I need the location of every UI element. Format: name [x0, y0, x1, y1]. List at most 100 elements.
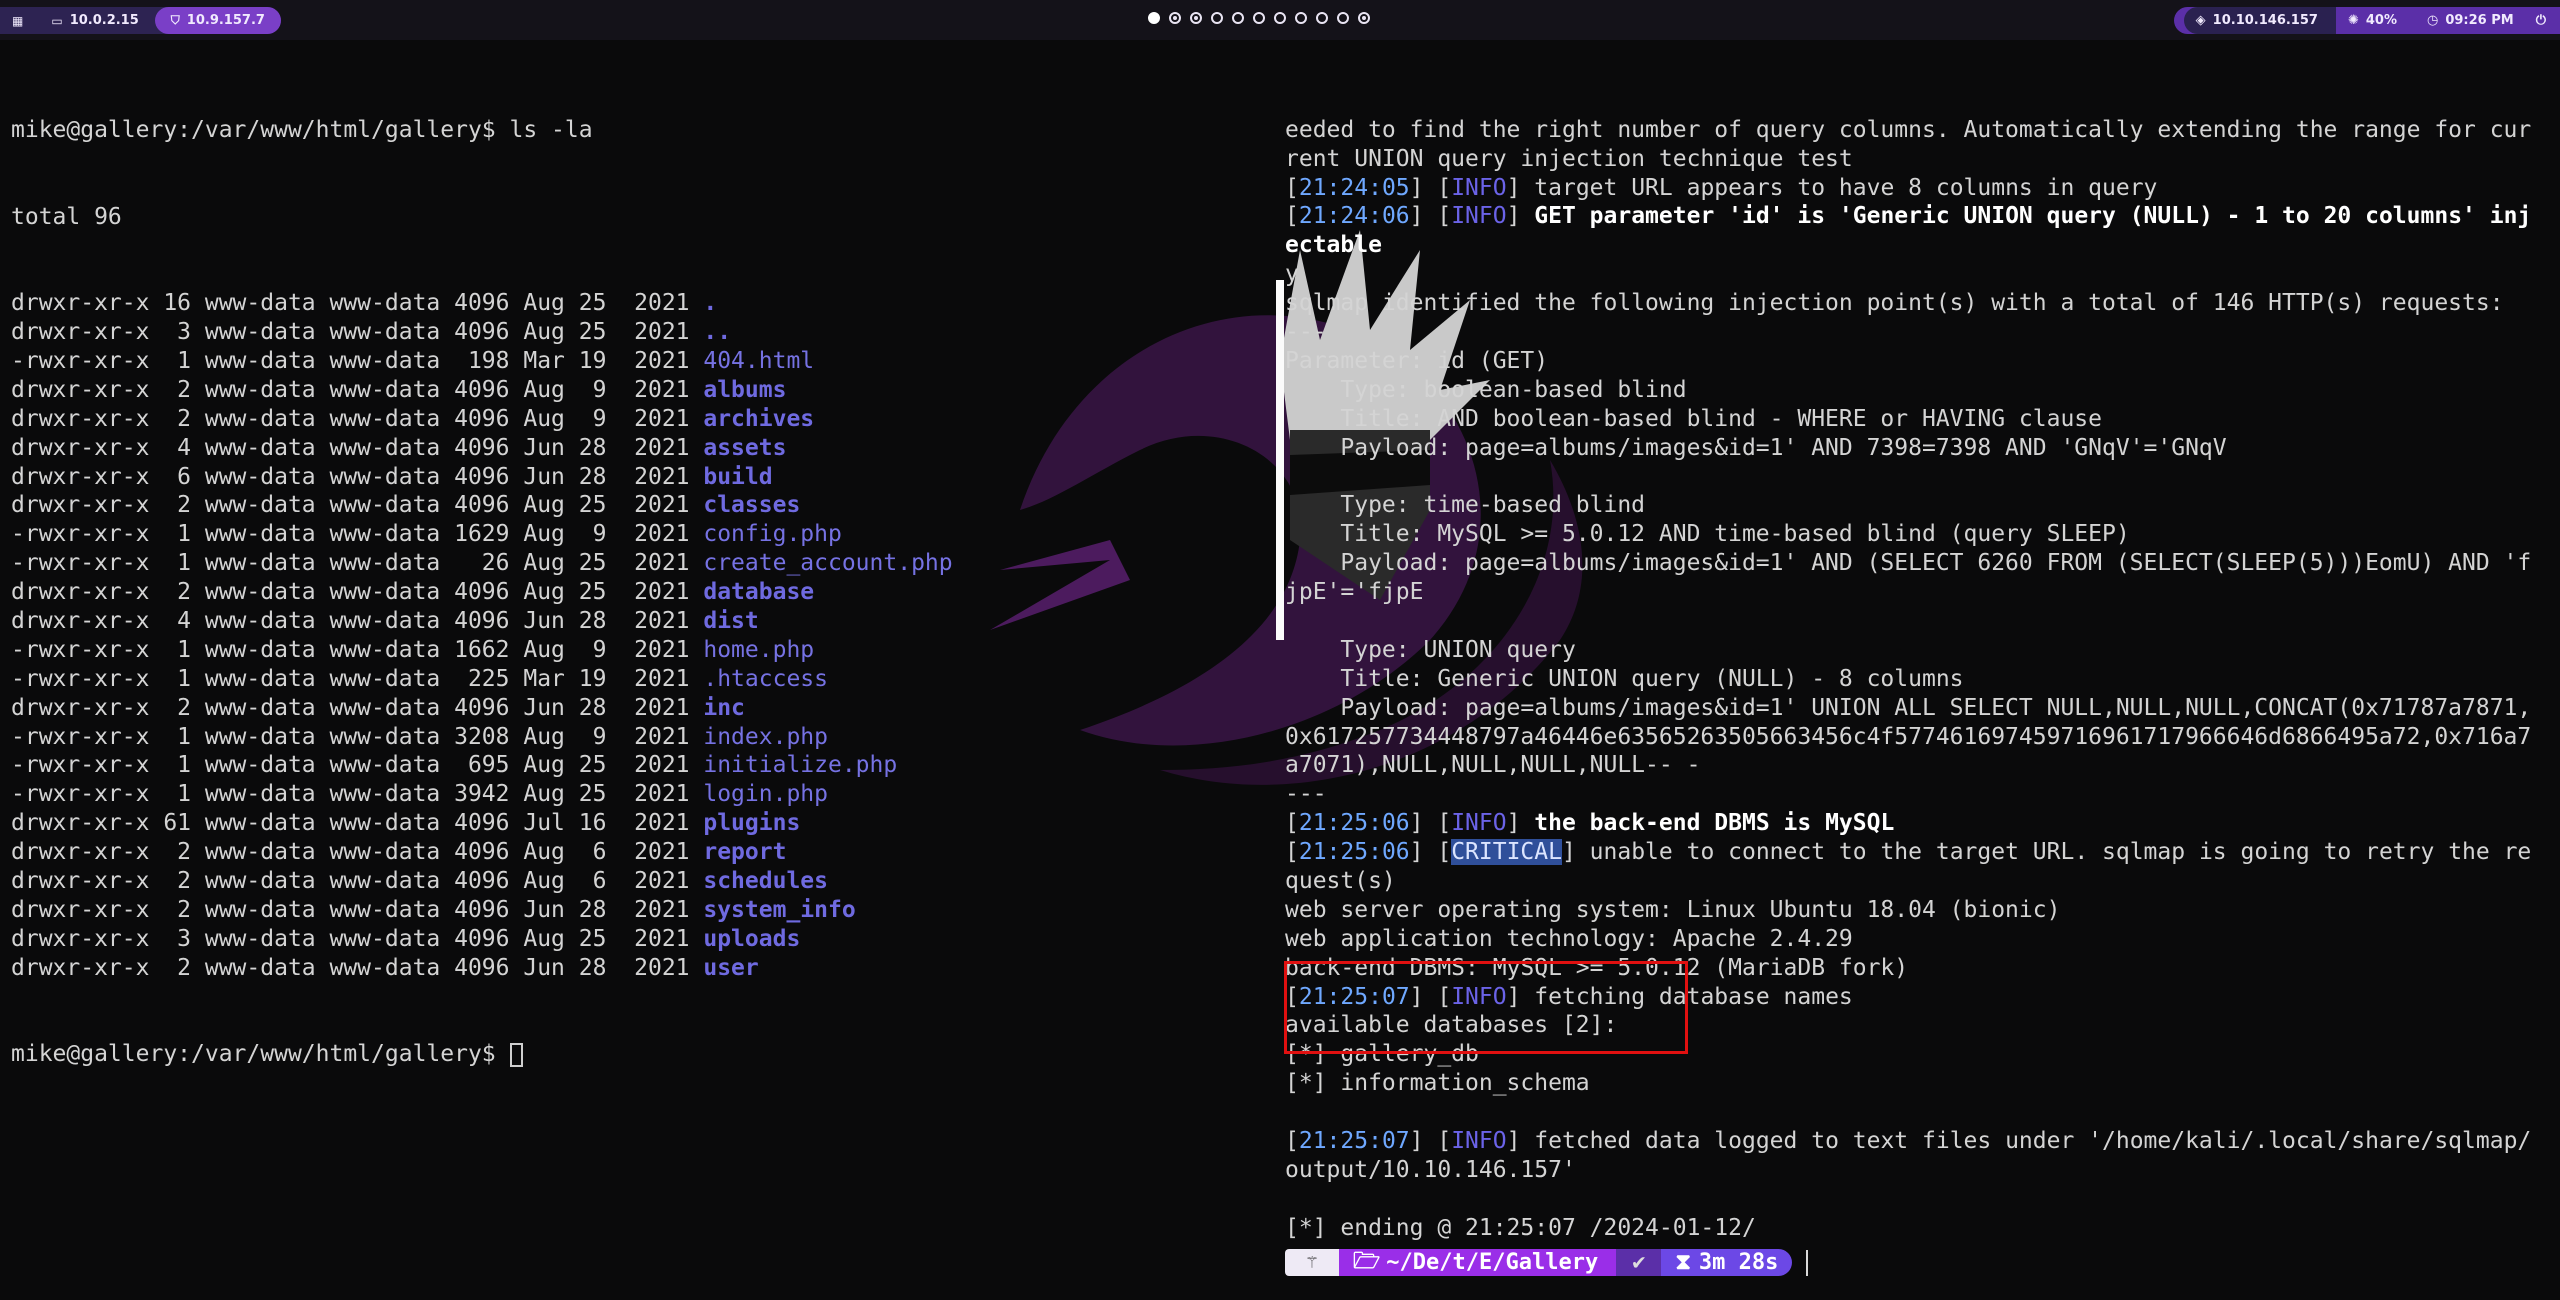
output-segment: output/10.10.146.157' [1285, 1156, 1576, 1183]
output-segment: Payload: page=albums/images&id=1' AND (S… [1285, 550, 2532, 577]
output-segment: ] fetched data logged to text files unde… [1506, 1127, 2532, 1154]
target-ip-item[interactable]: ◈ 10.10.146.157 [2183, 7, 2336, 34]
output-segment: 21:25:06 [1298, 839, 1410, 866]
output-line: [21:25:07] [INFO] fetched data logged to… [1285, 1127, 2547, 1156]
ls-entry: drwxr-xr-x 61 www-data www-data 4096 Jul… [11, 809, 1261, 838]
prompt-duration: ⧗ 3m 28s [1661, 1249, 1793, 1276]
workspace-dot[interactable] [1253, 12, 1265, 24]
output-segment: sqlmap identified the following injectio… [1285, 290, 2504, 317]
target-icon: ◈ [2195, 13, 2206, 28]
vpn-ip-label: 10.9.157.7 [186, 13, 265, 28]
ls-entry-meta: drwxr-xr-x 2 www-data www-data 4096 Aug … [11, 405, 704, 432]
local-ip-item[interactable]: ▭ 10.0.2.15 [35, 7, 154, 34]
workspace-dot[interactable] [1211, 12, 1223, 24]
network-status-pills: ▦ ▭ 10.0.2.15 ⛉ 10.9.157.7 [0, 7, 281, 34]
output-segment: ] unable to connect to the target URL. s… [1561, 839, 2532, 866]
clock-icon: ◷ [2426, 13, 2439, 28]
right-terminal[interactable]: eeded to find the right number of query … [1285, 58, 2547, 1288]
ls-entry: drwxr-xr-x 2 www-data www-data 4096 Jun … [11, 896, 1261, 925]
ls-entry-meta: drwxr-xr-x 2 www-data www-data 4096 Jun … [11, 896, 704, 923]
prompt-cursor [1806, 1249, 1809, 1276]
output-segment: ] [ [1409, 810, 1452, 837]
output-segment: Type: time-based blind [1285, 492, 1646, 519]
ls-entry-name: inc [703, 694, 745, 721]
top-bar: ▦ ▭ 10.0.2.15 ⛉ 10.9.157.7 ◈ 10.10.146.1… [0, 0, 2560, 40]
ls-entry-meta: drwxr-xr-x 2 www-data www-data 4096 Aug … [11, 579, 704, 606]
brightness-label: 40% [2365, 13, 2397, 28]
output-line: [21:25:06] [CRITICAL] unable to connect … [1285, 838, 2547, 867]
left-terminal[interactable]: mike@gallery:/var/www/html/gallery$ ls -… [11, 58, 1261, 1288]
output-line: Title: AND boolean-based blind - WHERE o… [1285, 405, 2547, 434]
ls-entry: drwxr-xr-x 2 www-data www-data 4096 Aug … [11, 405, 1261, 434]
ls-entry-meta: drwxr-xr-x 2 www-data www-data 4096 Aug … [11, 492, 704, 519]
ls-entry-meta: -rwxr-xr-x 1 www-data www-data 3942 Aug … [11, 781, 704, 808]
output-line: web application technology: Apache 2.4.2… [1285, 925, 2547, 954]
output-segment: ] [ [1409, 1127, 1452, 1154]
ls-entry-meta: drwxr-xr-x 2 www-data www-data 4096 Aug … [11, 868, 704, 895]
workspace-dot[interactable] [1148, 12, 1160, 24]
ls-entry-meta: drwxr-xr-x 6 www-data www-data 4096 Jun … [11, 463, 704, 490]
output-segment: Payload: page=albums/images&id=1' UNION … [1285, 694, 2532, 721]
workspace-dot[interactable] [1232, 12, 1244, 24]
ls-entry-name: . [703, 290, 718, 317]
total-line: total 96 [11, 203, 122, 230]
output-segment: [*] information_schema [1285, 1070, 1590, 1097]
launcher-button[interactable]: ▦ [0, 7, 35, 34]
output-segment: Payload: page=albums/images&id=1' AND 73… [1285, 434, 2227, 461]
ls-entry: drwxr-xr-x 3 www-data www-data 4096 Aug … [11, 925, 1261, 954]
output-segment: INFO [1451, 174, 1507, 201]
output-segment: 21:25:06 [1298, 810, 1410, 837]
ls-entry-meta: drwxr-xr-x 2 www-data www-data 4096 Jun … [11, 694, 704, 721]
workspace-dot[interactable] [1190, 12, 1202, 24]
output-line: [21:24:06] [INFO] GET parameter 'id' is … [1285, 202, 2547, 231]
ls-entry-meta: drwxr-xr-x 3 www-data www-data 4096 Aug … [11, 925, 704, 952]
shell-command-line: mike@gallery:/var/www/html/gallery$ ls -… [11, 116, 593, 143]
output-segment: Title: MySQL >= 5.0.12 AND time-based bl… [1285, 521, 2130, 548]
vpn-ip-item[interactable]: ⛉ 10.9.157.7 [154, 7, 281, 34]
output-segment: y [1285, 261, 1299, 288]
ls-entry: -rwxr-xr-x 1 www-data www-data 3942 Aug … [11, 780, 1261, 809]
ls-entry-meta: -rwxr-xr-x 1 www-data www-data 3208 Aug … [11, 723, 704, 750]
prompt-path-prefix: ~/De/t/E/ [1386, 1250, 1506, 1275]
output-line: --- [1285, 780, 2547, 809]
power-icon: ⏻ [2535, 13, 2546, 28]
workspace-dot[interactable] [1337, 12, 1349, 24]
output-line: Payload: page=albums/images&id=1' UNION … [1285, 694, 2547, 723]
ls-entry-name: build [703, 463, 773, 490]
workspace-dot[interactable] [1316, 12, 1328, 24]
ls-entry-meta: drwxr-xr-x 16 www-data www-data 4096 Aug… [11, 290, 704, 317]
ls-entry-name: report [703, 839, 787, 866]
target-ip-label: 10.10.146.157 [2212, 13, 2318, 28]
pane-divider[interactable] [1276, 280, 1284, 640]
ls-entry-name: dist [703, 608, 759, 635]
shield-icon: ⛉ [170, 13, 180, 27]
prompt-path: 🗁 ~/De/t/E/Gallery [1339, 1249, 1617, 1276]
ls-entry-meta: drwxr-xr-x 3 www-data www-data 4096 Aug … [11, 319, 704, 346]
output-segment: quest(s) [1285, 867, 1396, 894]
output-segment: ectable [1285, 232, 1382, 259]
hourglass-icon: ⧗ [1675, 1250, 1691, 1275]
workspace-dot[interactable] [1169, 12, 1181, 24]
workspace-dot[interactable] [1358, 12, 1370, 24]
workspace-dot[interactable] [1295, 12, 1307, 24]
output-segment: ] [1506, 810, 1535, 837]
output-segment: rent UNION query injection technique tes… [1285, 145, 1853, 172]
power-button[interactable]: ⏻ [2532, 7, 2560, 34]
workspace-dot[interactable] [1274, 12, 1286, 24]
ls-entry: -rwxr-xr-x 1 www-data www-data 3208 Aug … [11, 723, 1261, 752]
ls-entry: drwxr-xr-x 2 www-data www-data 4096 Aug … [11, 867, 1261, 896]
brightness-item[interactable]: ✺ 40% [2336, 7, 2415, 34]
ls-entry-meta: -rwxr-xr-x 1 www-data www-data 198 Mar 1… [11, 348, 704, 374]
output-segment: 21:24:06 [1298, 203, 1410, 230]
ls-entry-name: home.php [703, 636, 815, 663]
ls-entry-meta: drwxr-xr-x 4 www-data www-data 4096 Jun … [11, 434, 704, 461]
clock-item[interactable]: ◷ 09:26 PM [2415, 7, 2532, 34]
ls-entry-meta: drwxr-xr-x 2 www-data www-data 4096 Aug … [11, 839, 704, 866]
output-line: quest(s) [1285, 867, 2547, 896]
shell-prompt: mike@gallery:/var/www/html/gallery$ [11, 1041, 510, 1068]
shell-prompt-line[interactable]: mike@gallery:/var/www/html/gallery$ [11, 1040, 1261, 1069]
ls-entry: drwxr-xr-x 2 www-data www-data 4096 Aug … [11, 376, 1261, 405]
local-ip-label: 10.0.2.15 [69, 13, 139, 28]
ls-entry: drwxr-xr-x 4 www-data www-data 4096 Jun … [11, 607, 1261, 636]
